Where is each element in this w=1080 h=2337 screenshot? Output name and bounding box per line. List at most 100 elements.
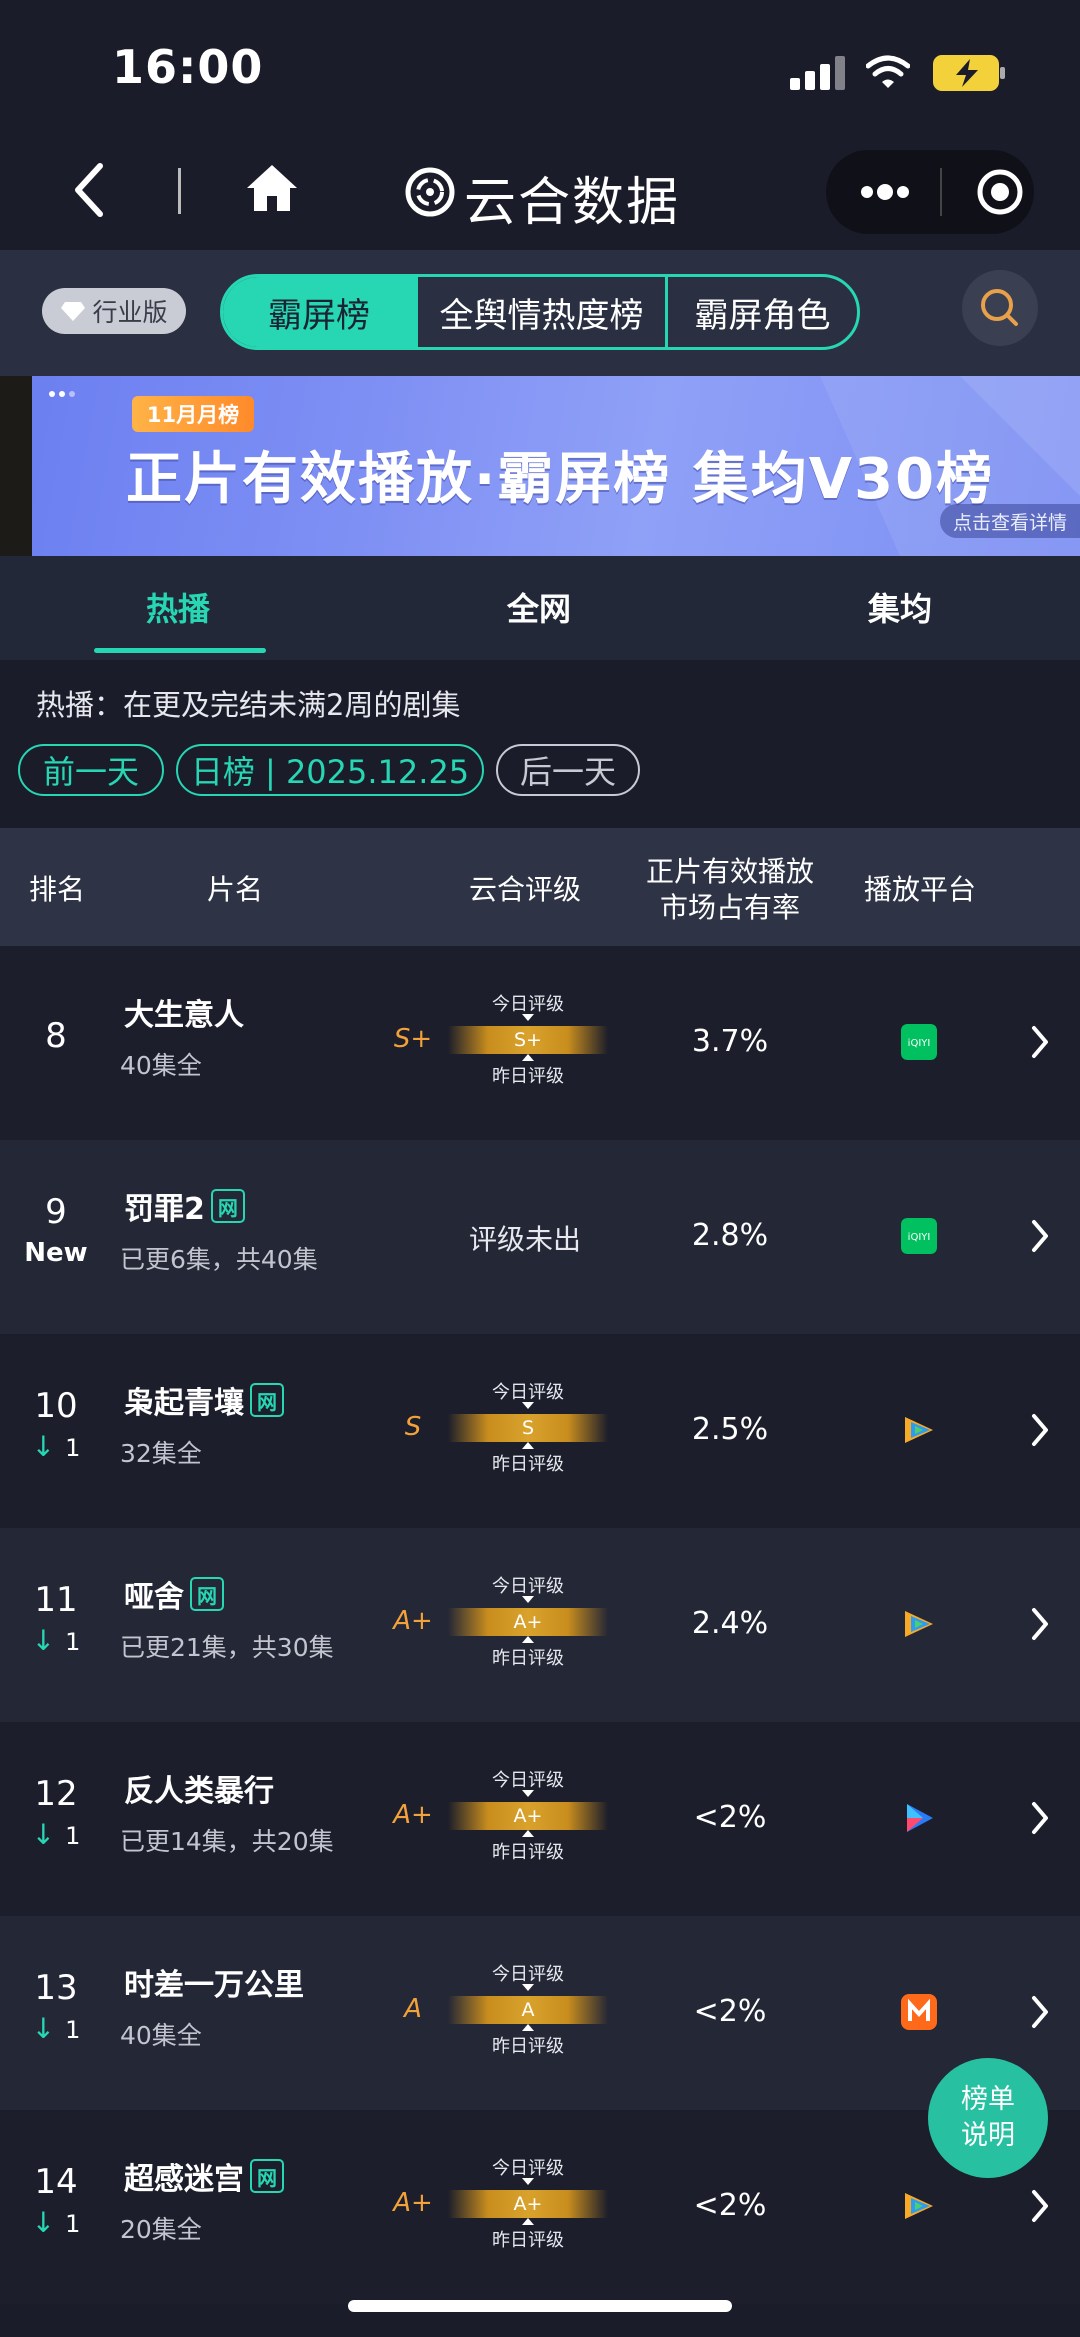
today-marker: [522, 1596, 534, 1603]
table-row[interactable]: 14 ↓ 1 超感迷宫网 20集全 A+ 今日评级 A+ 昨日评级 <2%: [0, 2110, 1080, 2304]
grade-bar: S+: [448, 1026, 608, 1054]
row-market-share: 2.4%: [691, 1606, 769, 1641]
down-arrow-icon: ↓: [31, 1624, 56, 1657]
table-row[interactable]: 10 ↓ 1 枭起青壤网 32集全 S 今日评级 S 昨日评级 2.5%: [0, 1334, 1080, 1528]
row-rank: 13: [34, 1968, 78, 2008]
status-time: 16:00: [112, 40, 264, 94]
grade-bar: A: [448, 1996, 608, 2024]
today-grade-label: 今日评级: [492, 1576, 564, 1597]
chevron-right-icon[interactable]: [1028, 1604, 1052, 1644]
home-indicator: [348, 2300, 732, 2312]
chevron-right-icon[interactable]: [1028, 1216, 1052, 1256]
header-name: 片名: [206, 873, 263, 906]
youku-platform-icon: [907, 1804, 933, 1832]
yesterday-marker: [522, 1442, 534, 1449]
list-description: 热播：在更及完结未满2周的剧集: [36, 688, 461, 722]
show-title: 反人类暴行: [124, 1774, 274, 1809]
header-share-line2: 市场占有率: [659, 891, 800, 924]
chevron-right-icon[interactable]: [1028, 2186, 1052, 2226]
tencent-platform-icon: [905, 1611, 933, 1637]
row-rank: 11: [34, 1580, 78, 1620]
rank-change-value: 1: [65, 2210, 81, 2238]
yesterday-grade-label: 昨日评级: [492, 1066, 564, 1087]
table-row[interactable]: 13 ↓ 1 时差一万公里 40集全 A 今日评级 A 昨日评级 <2%: [0, 1916, 1080, 2110]
subtab-active-indicator: [94, 648, 266, 653]
row-grade: A: [404, 1994, 422, 2024]
row-rating-pending: 评级未出: [468, 1223, 581, 1256]
show-title: 时差一万公里: [124, 1968, 304, 2003]
yesterday-grade-label: 昨日评级: [492, 1842, 564, 1863]
close-target-icon[interactable]: [976, 168, 1024, 216]
date-selector[interactable]: 日榜 | 2025.12.25: [176, 744, 484, 796]
home-icon[interactable]: [244, 162, 300, 214]
signal-icon: [790, 56, 846, 90]
subtab-per-episode[interactable]: 集均: [868, 584, 932, 630]
row-rank: 9: [45, 1192, 67, 1232]
today-grade-label: 今日评级: [492, 2158, 564, 2179]
tab-bapingbang[interactable]: 霸屏榜: [223, 277, 415, 347]
row-market-share: 2.5%: [691, 1412, 769, 1447]
table-row[interactable]: 12 ↓ 1 反人类暴行 已更14集，共20集 A+ 今日评级 A+ 昨日评级 <2%: [0, 1722, 1080, 1916]
iqiyi-platform-icon: iQIYI: [901, 1024, 937, 1060]
tab-baping-role[interactable]: 霸屏角色: [665, 277, 857, 347]
more-icon[interactable]: [858, 175, 912, 209]
web-drama-tag: 网: [190, 1577, 224, 1611]
chart-explanation-button[interactable]: 榜单 说明: [928, 2058, 1048, 2178]
nav-divider: [178, 168, 181, 214]
row-rank-change: ↓ 1: [0, 1430, 112, 1463]
show-title: 大生意人: [124, 998, 244, 1033]
row-rank-change: ↓ 1: [0, 1624, 112, 1657]
today-grade-label: 今日评级: [492, 994, 564, 1015]
edition-badge[interactable]: 行业版: [42, 288, 186, 334]
svg-text:iQIYI: iQIYI: [908, 1232, 931, 1243]
banner-badge: 11月月榜: [132, 396, 254, 432]
today-marker: [522, 1014, 534, 1021]
chevron-right-icon[interactable]: [1028, 1798, 1052, 1838]
chevron-right-icon[interactable]: [1028, 1410, 1052, 1450]
header-rank: 排名: [28, 873, 85, 906]
row-title: 枭起青壤网: [124, 1378, 284, 1422]
mango-platform-icon: [901, 1994, 937, 2030]
banner-title: 正片有效播放·霸屏榜 集均V30榜: [126, 447, 995, 512]
yesterday-grade-label: 昨日评级: [492, 1454, 564, 1475]
fab-line1: 榜单: [961, 2084, 1015, 2115]
rank-change-value: 1: [65, 1628, 81, 1656]
chevron-right-icon[interactable]: [1028, 1022, 1052, 1062]
grade-bar: A+: [448, 2190, 608, 2218]
row-market-share: <2%: [693, 2188, 767, 2223]
row-grade: A+: [393, 1800, 433, 1830]
tab-quanyuqing[interactable]: 全舆情热度榜: [415, 277, 665, 347]
row-market-share: <2%: [693, 1800, 767, 1835]
show-title: 枭起青壤: [124, 1386, 244, 1421]
rank-change-value: 1: [65, 1434, 81, 1462]
subtab-hot[interactable]: 热播: [146, 584, 210, 630]
banner-detail-link[interactable]: 点击查看详情: [940, 504, 1080, 538]
yesterday-marker: [522, 1830, 534, 1837]
down-arrow-icon: ↓: [31, 2012, 56, 2045]
row-rank-change: ↓ 1: [0, 2012, 112, 2045]
back-icon[interactable]: [70, 160, 110, 220]
yesterday-marker: [522, 2218, 534, 2225]
prev-day-button[interactable]: 前一天: [18, 744, 164, 796]
search-button[interactable]: [962, 270, 1038, 346]
banner-previous-slide: [0, 376, 32, 556]
table-row[interactable]: 8 大生意人 40集全 S+ 今日评级 S+ 昨日评级 3.7% iQIYI: [0, 946, 1080, 1140]
header-platform: 播放平台: [863, 873, 976, 906]
show-title: 超感迷宫: [124, 2162, 244, 2197]
yesterday-marker: [522, 1054, 534, 1061]
row-rank-change: ↓ 1: [0, 2206, 112, 2239]
yesterday-grade-label: 昨日评级: [492, 1648, 564, 1669]
subtab-all-network[interactable]: 全网: [507, 584, 571, 630]
chevron-right-icon[interactable]: [1028, 1992, 1052, 2032]
segmented-tabs: 霸屏榜 全舆情热度榜 霸屏角色: [220, 274, 860, 350]
wifi-icon: [866, 55, 910, 88]
table-row[interactable]: 11 ↓ 1 哑舍网已更21集，共30集 A+ 今日评级 A+ 昨日评级 2.4%: [0, 1528, 1080, 1722]
iqiyi-platform-icon: iQIYI: [901, 1218, 937, 1254]
row-title: 哑舍网: [124, 1572, 224, 1616]
table-row[interactable]: 9 New 罚罪2 网已更6集，共40集 评级未出 2.8% iQIYI: [0, 1140, 1080, 1334]
row-market-share: 2.8%: [691, 1218, 769, 1253]
yesterday-marker: [522, 2024, 534, 2031]
row-title: 超感迷宫网: [124, 2154, 284, 2198]
today-marker: [522, 1790, 534, 1797]
next-day-button[interactable]: 后一天: [496, 744, 640, 796]
